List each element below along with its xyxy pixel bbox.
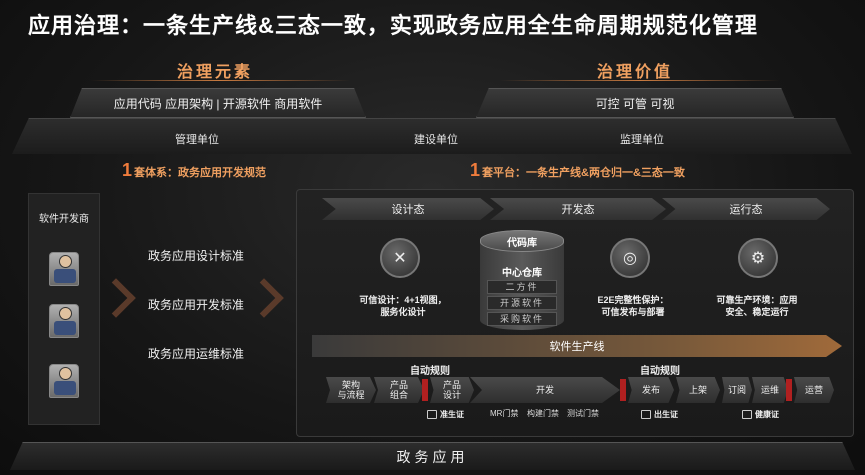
- platform-text: 套平台：一条生产线&两仓归一&三态一致: [482, 167, 685, 179]
- developer-label: 软件开发商: [39, 214, 89, 225]
- step-architecture: 架构 与流程: [326, 377, 376, 403]
- standard-dev: 政务应用开发标准: [148, 298, 245, 312]
- system-count: 1: [122, 160, 133, 180]
- gate-marker: [620, 379, 626, 401]
- governance-elements-heading: 治理元素: [176, 64, 253, 81]
- governance-elements-box: 应用代码 应用架构 | 开源软件 商用软件: [70, 88, 366, 118]
- cert-health: 健康证: [742, 409, 779, 420]
- certificate-icon: [742, 410, 752, 419]
- gate-marker: [786, 379, 792, 401]
- repo-item: 采购软件: [487, 312, 557, 326]
- page-title: 应用治理：一条生产线&三态一致，实现政务应用全生命周期规范化管理: [28, 13, 758, 38]
- step-design: 产品 设计: [430, 377, 474, 403]
- software-pipeline: 软件生产线: [312, 335, 842, 357]
- dev-description: E2E完整性保护： 可信发布与部署: [597, 295, 669, 317]
- unit-management: 管理单位: [175, 134, 219, 146]
- code-repo-label: 代码库: [480, 230, 564, 252]
- platform-header: 1 套平台：一条生产线&两仓归一&三态一致: [470, 160, 685, 181]
- repo-item: 二方件: [487, 280, 557, 294]
- governance-value-line: [500, 80, 780, 81]
- run-description: 可靠生产环境：应用 安全、稳定运行: [716, 295, 798, 317]
- system-header: 1 套体系：政务应用开发规范: [122, 160, 266, 181]
- design-tools-icon: ✕: [380, 238, 420, 278]
- governance-value-heading: 治理价值: [596, 64, 673, 81]
- chevron-right-icon: [244, 278, 284, 318]
- certificate-icon: [427, 410, 437, 419]
- system-text: 套体系：政务应用开发规范: [134, 167, 267, 179]
- platform-count: 1: [470, 160, 481, 180]
- step-ops: 运维: [752, 377, 788, 403]
- auto-rule-label: 自动规则: [640, 366, 680, 377]
- repo-item: 开源软件: [487, 296, 557, 310]
- stage-run: 运行态: [662, 198, 830, 220]
- cert-birth-permit: 准生证: [427, 409, 464, 420]
- governance-value-box: 可控 可管 可视: [476, 88, 794, 118]
- step-subscribe: 订阅: [722, 377, 752, 403]
- integrity-shield-icon: ◎: [610, 238, 650, 278]
- unit-construction: 建设单位: [414, 134, 458, 146]
- governance-elements-line: [90, 80, 350, 81]
- footer-bar: 政务应用: [10, 442, 855, 470]
- step-develop: 开发: [470, 377, 620, 403]
- unit-supervision: 监理单位: [620, 134, 664, 146]
- gate-marker: [422, 379, 428, 401]
- step-release: 发布: [628, 377, 674, 403]
- certificate-icon: [641, 410, 651, 419]
- developer-person-icon: [49, 304, 79, 338]
- gate-build: 构建门禁: [527, 409, 559, 418]
- stage-dev: 开发态: [490, 198, 666, 220]
- step-launch: 上架: [676, 377, 720, 403]
- stage-design: 设计态: [322, 198, 494, 220]
- developer-person-icon: [49, 364, 79, 398]
- standard-ops: 政务应用运维标准: [148, 347, 245, 361]
- central-repo-label: 中心仓库: [502, 268, 542, 279]
- auto-rule-label: 自动规则: [410, 366, 450, 377]
- developer-panel: 软件开发商: [28, 193, 100, 425]
- design-description: 可信设计：4+1视图， 服务化设计: [359, 295, 447, 317]
- gate-test: 测试门禁: [567, 409, 599, 418]
- step-portfolio: 产品 组合: [374, 377, 424, 403]
- standard-design: 政务应用设计标准: [148, 249, 245, 263]
- step-operation: 运营: [794, 377, 834, 403]
- chevron-right-icon: [96, 278, 136, 318]
- runtime-gear-icon: ⚙: [738, 238, 778, 278]
- gate-mr: MR门禁: [490, 409, 519, 418]
- developer-person-icon: [49, 252, 79, 286]
- cert-birth: 出生证: [641, 409, 678, 420]
